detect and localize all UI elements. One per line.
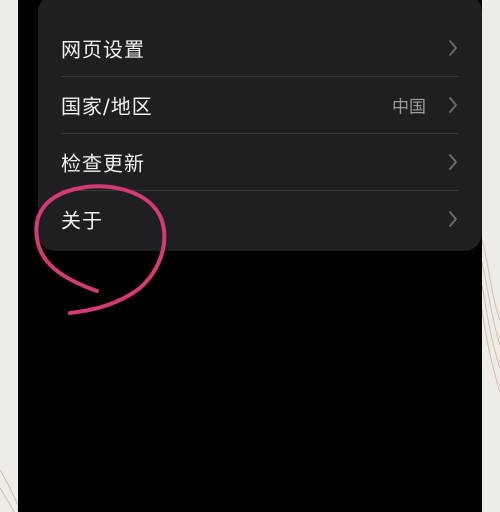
settings-card: 网页设置 国家/地区 中国 检查更新 关于 [38, 0, 482, 251]
row-value: 中国 [392, 97, 426, 117]
row-label: 检查更新 [61, 151, 145, 175]
chevron-right-icon [449, 210, 457, 227]
row-label: 网页设置 [61, 37, 145, 61]
row-label: 国家/地区 [61, 94, 153, 118]
phone-screen: 网页设置 国家/地区 中国 检查更新 关于 [18, 0, 482, 512]
chevron-right-icon [449, 96, 457, 113]
row-label: 关于 [61, 208, 103, 232]
chevron-right-icon [449, 153, 457, 170]
settings-row-country-region[interactable]: 国家/地区 中国 [38, 76, 482, 133]
chevron-right-icon [449, 39, 457, 56]
settings-row-check-updates[interactable]: 检查更新 [38, 133, 482, 190]
settings-row-about[interactable]: 关于 [38, 190, 482, 247]
settings-row-web-settings[interactable]: 网页设置 [38, 19, 482, 76]
